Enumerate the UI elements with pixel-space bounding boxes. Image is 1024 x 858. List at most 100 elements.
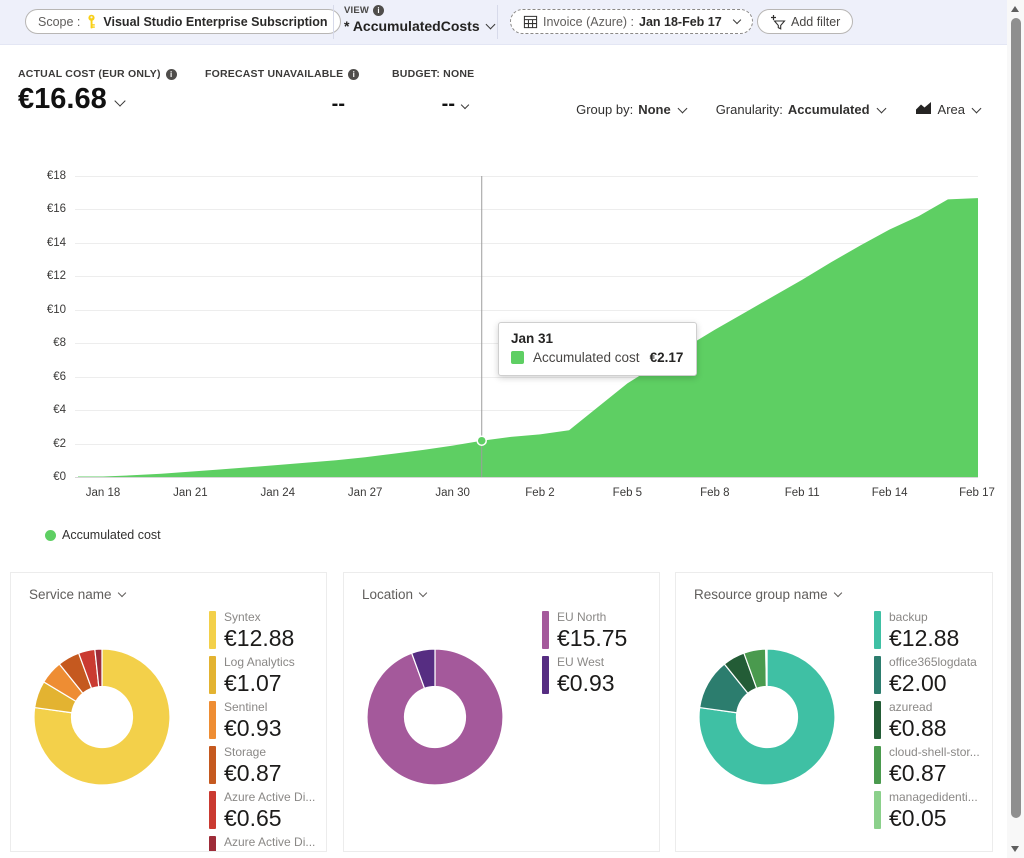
y-tick-label: €8 (16, 336, 66, 350)
invoice-label: Invoice (Azure) : (543, 15, 634, 29)
x-tick-label: Feb 5 (592, 487, 662, 499)
granularity-selector[interactable]: Granularity: Accumulated (716, 102, 885, 117)
legend-color-chip (874, 701, 881, 739)
legend-item-label: office365logdata (889, 656, 977, 669)
scroll-down-arrow[interactable] (1011, 846, 1019, 852)
chart-type-selector[interactable]: Area (915, 101, 980, 118)
chevron-down-icon (419, 589, 427, 597)
granularity-value: Accumulated (788, 102, 870, 117)
add-filter-button[interactable]: Add filter (757, 9, 853, 34)
donut-slice[interactable] (766, 649, 767, 687)
legend-item-value: €0.87 (224, 760, 282, 786)
view-selector[interactable]: * AccumulatedCosts (344, 18, 494, 34)
y-tick-label: €10 (16, 303, 66, 317)
legend-item: Azure Active Di... (209, 836, 325, 852)
legend-item-label: EU West (557, 656, 615, 669)
legend-item-value: €0.05 (889, 805, 978, 831)
y-tick-label: €12 (16, 269, 66, 283)
scope-label: Scope : (38, 15, 80, 29)
info-icon[interactable] (166, 69, 177, 80)
legend-dot (45, 530, 56, 541)
location-dropdown[interactable]: Location (362, 587, 426, 602)
budget-kpi: BUDGET: NONE -- (392, 68, 468, 116)
x-tick-label: Feb 11 (767, 487, 837, 499)
legend-item-value: €0.93 (557, 670, 615, 696)
area-chart-icon (915, 101, 932, 118)
legend-item-value: €1.07 (224, 670, 295, 696)
y-tick-label: €0 (16, 470, 66, 484)
vertical-scrollbar (1007, 0, 1024, 858)
legend-item-label: EU North (557, 611, 627, 624)
accumulated-cost-chart: €0€2€4€6€8€10€12€14€16€18 Jan 18Jan 21Ja… (0, 165, 1007, 565)
date-range-selector[interactable]: Invoice (Azure) : Jan 18-Feb 17 (510, 9, 753, 34)
info-icon[interactable] (348, 69, 359, 80)
chart-legend: Accumulated cost (45, 528, 161, 542)
resource-group-card: Resource group name backup€12.88 office36… (675, 572, 993, 852)
legend-color-chip (874, 746, 881, 784)
legend-item-label: Azure Active Di... (224, 836, 315, 849)
legend-item: Azure Active Di...€0.65 (209, 791, 325, 831)
legend-color-chip (209, 746, 216, 784)
chevron-down-icon (677, 103, 687, 113)
legend-item: backup€12.88 (874, 611, 990, 651)
card-title: Service name (29, 587, 112, 602)
legend-color-chip (542, 611, 549, 649)
group-by-selector[interactable]: Group by: None (576, 102, 686, 117)
card-title: Resource group name (694, 587, 828, 602)
forecast-label: FORECAST UNAVAILABLE (205, 68, 343, 80)
chevron-down-icon[interactable] (114, 95, 125, 106)
legend-item: Syntex€12.88 (209, 611, 325, 651)
y-tick-label: €6 (16, 370, 66, 384)
location-donut[interactable] (365, 647, 505, 787)
scroll-up-arrow[interactable] (1011, 6, 1019, 12)
x-tick-label: Feb 2 (505, 487, 575, 499)
legend-item-label: Log Analytics (224, 656, 295, 669)
y-tick-label: €18 (16, 169, 66, 183)
x-tick-label: Feb 17 (942, 487, 1012, 499)
key-icon (85, 14, 98, 29)
legend-item: managedidenti...€0.05 (874, 791, 990, 831)
legend-item: azuread€0.88 (874, 701, 990, 741)
view-block: VIEW * AccumulatedCosts (344, 5, 494, 34)
calendar-icon (523, 14, 538, 29)
legend-color-chip (209, 701, 216, 739)
legend-color-chip (209, 656, 216, 694)
tooltip-value: €2.17 (650, 350, 684, 365)
service-name-donut[interactable] (32, 647, 172, 787)
legend-item: office365logdata€2.00 (874, 656, 990, 696)
y-tick-label: €2 (16, 437, 66, 451)
chevron-down-icon[interactable] (461, 100, 469, 108)
resource-group-dropdown[interactable]: Resource group name (694, 587, 841, 602)
chevron-down-icon (485, 20, 495, 30)
toolbar: Scope : Visual Studio Enterprise Subscri… (0, 0, 1007, 45)
x-tick-label: Jan 18 (68, 487, 138, 499)
legend-item-label: Azure Active Di... (224, 791, 315, 804)
toolbar-divider (333, 5, 334, 39)
resource-group-donut[interactable] (697, 647, 837, 787)
legend-item-label: managedidenti... (889, 791, 978, 804)
gridline (75, 477, 978, 478)
scope-selector[interactable]: Scope : Visual Studio Enterprise Subscri… (25, 9, 341, 34)
scrollbar-thumb[interactable] (1011, 18, 1021, 818)
legend-label: Accumulated cost (62, 528, 161, 542)
service-name-card: Service name Syntex€12.88Log Analytics€1… (10, 572, 327, 852)
legend-item-label: backup (889, 611, 959, 624)
legend-item-value: €12.88 (224, 625, 294, 651)
scope-value: Visual Studio Enterprise Subscription (103, 15, 327, 29)
card-title: Location (362, 587, 413, 602)
legend-item-value: €2.00 (889, 670, 977, 696)
legend-color-chip (209, 611, 216, 649)
service-name-legend: Syntex€12.88 Log Analytics€1.07 Sentinel€0… (209, 611, 325, 852)
legend-color-chip (209, 791, 216, 829)
x-tick-label: Jan 27 (330, 487, 400, 499)
legend-item: Sentinel€0.93 (209, 701, 325, 741)
info-icon[interactable] (373, 5, 384, 16)
service-name-dropdown[interactable]: Service name (29, 587, 125, 602)
chart-controls: Group by: None Granularity: Accumulated … (576, 101, 980, 118)
legend-item-value: €15.75 (557, 625, 627, 651)
toolbar-divider (497, 5, 498, 39)
y-tick-label: €14 (16, 236, 66, 250)
legend-item-value: €0.93 (224, 715, 282, 741)
legend-item-value: €0.88 (889, 715, 947, 741)
forecast-value: -- (332, 93, 345, 116)
